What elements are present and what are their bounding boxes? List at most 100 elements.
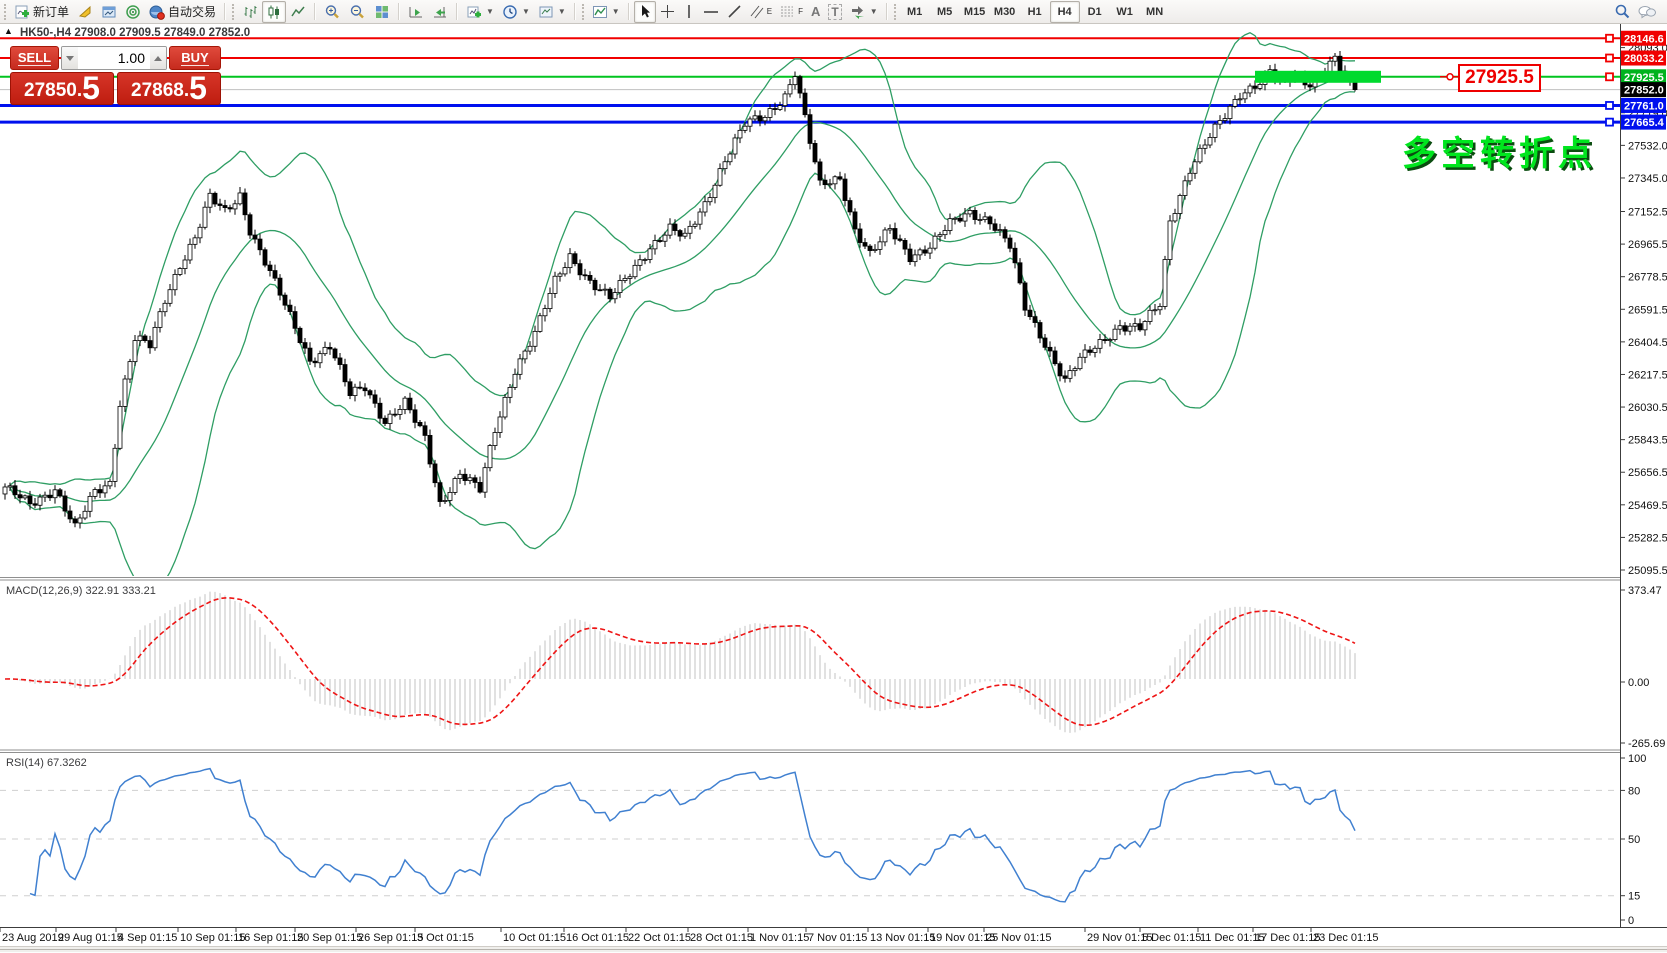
vertical-line-icon [687, 5, 690, 18]
toolbar-grip [232, 3, 235, 20]
toolbar-grip [4, 3, 6, 20]
svg-text:28146.6: 28146.6 [1624, 33, 1664, 45]
signal-button[interactable] [121, 1, 145, 23]
channel-icon [750, 5, 764, 19]
volume-decrease-button[interactable] [62, 47, 78, 69]
clock-icon [503, 4, 517, 19]
time-axis-label: 17 Dec 01:15 [1255, 932, 1320, 944]
timeframe-button-M15[interactable]: M15 [960, 1, 990, 23]
toolbar-grip [893, 3, 896, 20]
autotrading-icon [149, 5, 165, 20]
line-endpoint-marker [1605, 33, 1614, 43]
fibonacci-letter: F [798, 7, 803, 16]
zoom-out-button[interactable] [345, 1, 370, 23]
terminal-window: 新订单 自动交易 ▼ ▼ ▼ ▼ E F A T ▼ M1 M5 M15 M30… [0, 0, 1667, 953]
crosshair-button[interactable] [656, 1, 679, 23]
timeframe-button-MN[interactable]: MN [1140, 1, 1170, 23]
highlight-rectangle [1255, 70, 1381, 83]
rsi-tick-label: 50 [1628, 834, 1640, 846]
time-axis-label: 25 Nov 01:15 [986, 932, 1051, 944]
timeframe-button-H1[interactable]: H1 [1020, 1, 1050, 23]
trendline-button[interactable] [723, 1, 746, 23]
sell-button[interactable]: SELL [10, 46, 59, 70]
time-axis-label: 23 Dec 01:15 [1313, 932, 1378, 944]
profiles-clock-button[interactable]: ▼ [498, 1, 534, 23]
timeframe-button-W1[interactable]: W1 [1110, 1, 1140, 23]
terminal-window-button[interactable] [97, 1, 121, 23]
signal-icon [126, 4, 140, 19]
triangle-up-icon [154, 55, 162, 61]
autotrading-button[interactable]: 自动交易 [145, 1, 220, 23]
bottom-scrollbar[interactable] [0, 946, 1667, 953]
timeframe-button-D1[interactable]: D1 [1080, 1, 1110, 23]
price-tick-label: 25469.5 [1628, 500, 1667, 512]
buy-button[interactable]: BUY [169, 46, 221, 70]
arrows-icon [851, 6, 864, 19]
line-chart-button[interactable] [286, 1, 310, 23]
yellow-pointer-icon [78, 5, 91, 18]
chat-icon[interactable] [1637, 4, 1657, 20]
yellow-pointer-button[interactable] [73, 1, 97, 23]
time-axis-label: 1 Nov 01:15 [750, 932, 809, 944]
rsi-tick-label: 100 [1628, 753, 1646, 765]
triangle-down-icon [66, 55, 74, 61]
chinese-annotation: 多空转折点 [1402, 135, 1597, 173]
chart-shift-icon [434, 6, 447, 17]
indicators-button[interactable]: ▼ [588, 1, 624, 23]
line-endpoint-marker [1605, 53, 1614, 63]
horizontal-line-button[interactable] [699, 1, 723, 23]
time-axis-label: 16 Oct 01:15 [566, 932, 629, 944]
timeframe-button-M5[interactable]: M5 [930, 1, 960, 23]
auto-scroll-button[interactable] [404, 1, 428, 23]
channel-letter: E [766, 7, 773, 16]
tile-windows-button[interactable] [370, 1, 394, 23]
bar-chart-button[interactable] [238, 1, 262, 23]
label-button[interactable]: T [824, 1, 845, 23]
shapes-button[interactable]: ▼ [846, 1, 882, 23]
fibonacci-button[interactable]: F [776, 1, 807, 23]
time-axis-label: 22 Oct 01:15 [628, 932, 691, 944]
vertical-line-button[interactable] [679, 1, 699, 23]
timeframe-button-M1[interactable]: M1 [900, 1, 930, 23]
time-axis-label: 20 Sep 01:15 [297, 932, 362, 944]
time-axis-label: 26 Sep 01:15 [358, 932, 423, 944]
channel-button[interactable]: E [746, 1, 776, 23]
autotrading-label: 自动交易 [168, 5, 217, 19]
price-tick-label: 26030.5 [1628, 402, 1667, 414]
timeframe-button-M30[interactable]: M30 [990, 1, 1020, 23]
time-axis-label: 3 Oct 01:15 [417, 932, 474, 944]
time-axis-label: 7 Nov 01:15 [808, 932, 867, 944]
templates-button[interactable]: ▼ [534, 1, 570, 23]
volume-input[interactable] [78, 47, 150, 69]
toolbar-separator [398, 3, 401, 20]
cursor-button[interactable] [633, 0, 656, 23]
zoom-in-button[interactable] [320, 1, 345, 23]
time-axis-label: 10 Oct 01:15 [503, 932, 566, 944]
price-tick-label: 26778.5 [1628, 272, 1667, 284]
candlestick-button[interactable] [262, 0, 287, 23]
macd-tick-label: 0.00 [1628, 677, 1649, 689]
bar-chart-icon [244, 5, 257, 18]
panel-collapse-arrow[interactable]: ▲ [4, 26, 13, 36]
new-chart-button[interactable]: ▼ [462, 1, 498, 23]
svg-text:27665.4: 27665.4 [1624, 117, 1665, 129]
caret-down-icon: ▼ [557, 7, 566, 16]
time-axis-label: 28 Oct 01:15 [690, 932, 753, 944]
new-chart-icon [467, 6, 482, 17]
search-icon[interactable] [1614, 3, 1631, 20]
volume-increase-button[interactable] [150, 47, 166, 69]
volume-spinner [61, 46, 167, 70]
buy-price: 27868. [131, 80, 190, 101]
sell-price-display[interactable]: 27850. 5 [10, 72, 114, 105]
chart-shift-button[interactable] [428, 1, 452, 23]
toolbar-grip [581, 3, 584, 20]
buy-price-display[interactable]: 27868. 5 [117, 72, 221, 105]
rsi-tick-label: 0 [1628, 915, 1634, 927]
new-order-button[interactable]: 新订单 [10, 1, 73, 23]
text-button[interactable]: A [807, 1, 824, 23]
chart-title: HK50-,H4 27908.0 27909.5 27849.0 27852.0 [20, 27, 251, 39]
buy-price-big-digit: 5 [189, 70, 207, 106]
timeframe-button-H4[interactable]: H4 [1049, 0, 1080, 23]
zoom-in-icon [325, 4, 339, 18]
crosshair-icon [660, 5, 674, 18]
